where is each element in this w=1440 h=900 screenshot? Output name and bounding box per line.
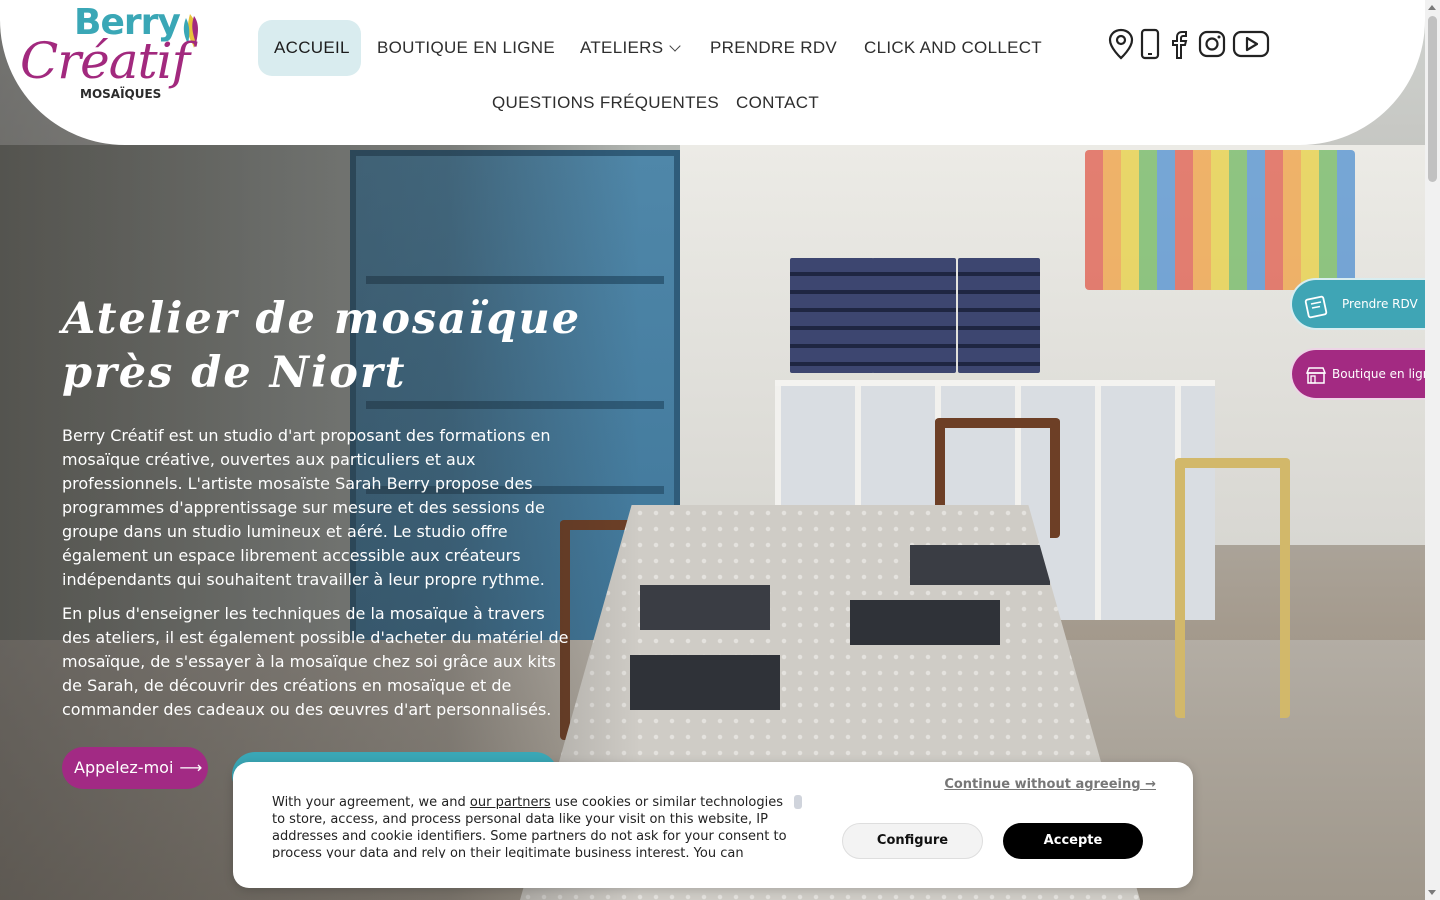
scroll-down-arrow-icon[interactable] — [1428, 890, 1436, 895]
call-me-button[interactable]: Appelez-moi ⟶ — [62, 747, 208, 789]
youtube-icon[interactable] — [1232, 28, 1270, 60]
nav-item-questions-frequentes[interactable]: QUESTIONS FRÉQUENTES — [492, 75, 719, 131]
page-title: Atelier de mosaïque près de Niort — [62, 294, 582, 398]
call-me-label: Appelez-moi — [74, 758, 174, 777]
side-tab-boutique-en-ligne[interactable]: Boutique en ligne — [1290, 348, 1438, 400]
nav-item-label: ACCUEIL — [274, 38, 350, 57]
our-partners-link[interactable]: our partners — [470, 795, 551, 810]
site-header: Berry Créatif MOSAÏQUES ACCUEIL BOUTIQUE… — [0, 0, 1425, 145]
accept-button[interactable]: Accepte — [1003, 823, 1143, 859]
bead-rack — [1085, 150, 1355, 290]
cookie-text-scrollbar[interactable] — [794, 795, 802, 809]
shop-icon — [1306, 367, 1326, 384]
chevron-down-icon — [669, 40, 682, 52]
storage-drawers — [872, 258, 956, 373]
side-tab-label: Boutique en ligne — [1332, 367, 1438, 381]
nav-item-label: ATELIERS — [580, 38, 664, 57]
page-scrollbar[interactable] — [1425, 0, 1440, 900]
side-tab-label: Prendre RDV — [1342, 297, 1418, 311]
storage-drawers — [790, 258, 874, 373]
cookie-consent-text: With your agreement, we and our partners… — [272, 794, 792, 858]
hero-paragraph-intro: Berry Créatif est un studio d'art propos… — [62, 426, 551, 589]
configure-button[interactable]: Configure — [842, 823, 983, 859]
scrollbar-thumb[interactable] — [1428, 16, 1437, 182]
nav-item-label: QUESTIONS FRÉQUENTES — [492, 93, 720, 112]
nav-item-boutique-en-ligne[interactable]: BOUTIQUE EN LIGNE — [377, 20, 555, 76]
nav-item-label: BOUTIQUE EN LIGNE — [377, 38, 555, 57]
continue-without-agreeing-link[interactable]: Continue without agreeing → — [944, 777, 1156, 792]
booking-calendar-icon — [1304, 295, 1328, 319]
nav-item-click-and-collect[interactable]: CLICK AND COLLECT — [864, 20, 1042, 76]
scroll-up-arrow-icon[interactable] — [1428, 5, 1436, 10]
site-logo[interactable]: Berry Créatif MOSAÏQUES — [20, 2, 220, 104]
nav-item-label: CLICK AND COLLECT — [864, 38, 1042, 57]
storage-drawers — [958, 258, 1040, 373]
cookie-consent-banner: Continue without agreeing → With your ag… — [233, 762, 1193, 888]
hero-paragraph-services: En plus d'enseigner les techniques de la… — [62, 604, 569, 719]
nav-item-label: CONTACT — [736, 93, 819, 112]
side-tab-prendre-rdv[interactable]: Prendre RDV — [1290, 278, 1425, 330]
nav-item-ateliers[interactable]: ATELIERS — [580, 20, 682, 76]
nav-item-prendre-rdv[interactable]: PRENDRE RDV — [710, 20, 837, 76]
logo-creatif-text: Créatif — [20, 32, 190, 90]
instagram-icon[interactable] — [1197, 28, 1227, 60]
nav-item-accueil[interactable]: ACCUEIL — [258, 20, 361, 76]
nav-item-label: PRENDRE RDV — [710, 38, 838, 57]
phone-icon[interactable] — [1138, 28, 1162, 60]
location-icon[interactable] — [1106, 28, 1136, 60]
arrow-right-icon: ⟶ — [179, 758, 203, 777]
logo-mosaiques-text: MOSAÏQUES — [80, 87, 162, 101]
cookie-text-part: With your agreement, we and — [272, 795, 470, 810]
nav-item-contact[interactable]: CONTACT — [736, 75, 819, 131]
chair — [1175, 458, 1290, 718]
facebook-icon[interactable] — [1168, 28, 1194, 60]
